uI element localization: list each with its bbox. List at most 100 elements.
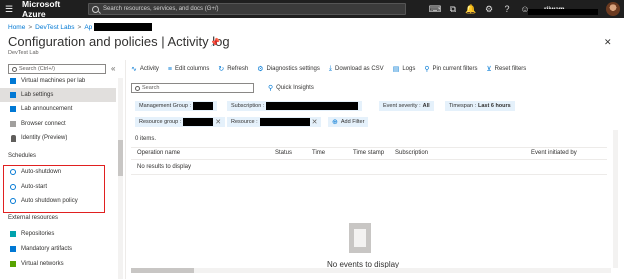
pin-filters-button[interactable]: ⚲ Pin current filters	[424, 65, 477, 73]
logs-button[interactable]: ▤ Logs	[393, 65, 416, 73]
table-header-divider	[131, 147, 607, 148]
filter-pill-resource-group[interactable]: Resource group : ✕	[135, 117, 226, 127]
monitor-icon	[9, 77, 17, 85]
add-filter-button[interactable]: ⊕ Add Filter	[328, 117, 369, 127]
sidebar-item-label: Lab settings	[21, 92, 54, 98]
notifications-icon[interactable]: 🔔	[462, 0, 480, 18]
global-search-placeholder: Search resources, services, and docs (G+…	[103, 6, 219, 12]
filter-pill-label: Timespan :	[449, 103, 477, 109]
identity-icon	[9, 134, 17, 142]
redacted-value	[259, 118, 310, 126]
global-search-input[interactable]: Search resources, services, and docs (G+…	[88, 3, 406, 15]
download-csv-label: Download as CSV	[334, 66, 384, 72]
top-bar-icons: ⌨ ⧉ 🔔 ⚙ ? ☺	[426, 0, 534, 18]
filter-pill-management-group[interactable]: Management Group :	[135, 101, 217, 111]
sidebar-item-label: Virtual machines per lab	[21, 78, 86, 84]
sidebar-item-label: Repositories	[21, 231, 55, 237]
download-icon: ⤓	[328, 65, 332, 72]
column-header-time[interactable]: Time	[312, 150, 325, 156]
sidebar-heading-schedules: Schedules	[8, 153, 37, 159]
reset-filters-button[interactable]: ⊻ Reset filters	[486, 65, 526, 73]
activity-button[interactable]: ∿ Activity	[131, 65, 159, 73]
sidebar-item-label: Browser connect	[21, 121, 66, 127]
redacted-value	[192, 102, 213, 110]
brand[interactable]: Microsoft Azure	[22, 0, 84, 19]
sidebar-search-input[interactable]: Search (Ctrl+/)	[8, 64, 106, 74]
column-header-time-stamp[interactable]: Time stamp	[353, 150, 384, 156]
horizontal-scrollbar[interactable]	[131, 268, 611, 273]
repository-icon	[9, 230, 17, 238]
columns-icon: ≡	[167, 65, 172, 73]
redacted-value	[266, 102, 359, 110]
cloud-shell-icon[interactable]: ⌨	[426, 0, 444, 18]
remove-filter-icon[interactable]: ✕	[312, 118, 318, 126]
logs-label: Logs	[402, 66, 416, 72]
horizontal-scrollbar-thumb[interactable]	[131, 268, 194, 273]
activity-search-placeholder: Search	[142, 85, 160, 91]
announcement-icon	[9, 105, 17, 113]
sidebar-item-repositories[interactable]: Repositories	[0, 227, 116, 241]
redacted-value	[183, 118, 214, 126]
download-csv-button[interactable]: ⤓ Download as CSV	[329, 65, 384, 73]
search-icon	[12, 66, 17, 72]
table-row-divider	[131, 174, 607, 175]
settings-icon	[9, 91, 17, 99]
breadcrumb-lab[interactable]: Ap	[84, 24, 92, 31]
refresh-button[interactable]: ↻ Refresh	[218, 65, 248, 73]
diagnostics-settings-label: Diagnostics settings	[266, 66, 320, 72]
sidebar-item-lab-announcement[interactable]: Lab announcement	[0, 102, 116, 116]
avatar[interactable]	[606, 2, 620, 16]
activity-icon: ∿	[131, 66, 137, 73]
redacted-account-detail	[528, 9, 598, 15]
toolbar: ∿ Activity ≡ Edit columns ↻ Refresh ⚙ Di…	[131, 63, 535, 75]
directory-filter-icon[interactable]: ⧉	[444, 0, 462, 18]
sidebar-scrollbar[interactable]	[118, 78, 123, 279]
sidebar-scrollbar-thumb[interactable]	[118, 140, 123, 176]
pin-icon[interactable]: 📌	[210, 38, 220, 47]
filter-pill-subscription[interactable]: Subscription :	[227, 101, 363, 111]
refresh-label: Refresh	[227, 66, 249, 72]
settings-gear-icon[interactable]: ⚙	[480, 0, 498, 18]
refresh-icon: ↻	[218, 66, 225, 73]
edit-columns-button[interactable]: ≡ Edit columns	[168, 66, 209, 73]
column-header-subscription[interactable]: Subscription	[395, 150, 428, 156]
filter-pill-value: All	[422, 103, 430, 109]
sidebar-item-virtual-machines-per-lab[interactable]: Virtual machines per lab	[0, 74, 116, 88]
filter-pill-event-severity[interactable]: Event severity : All	[379, 101, 434, 111]
quick-insights-button[interactable]: ⚲ Quick Insights	[268, 84, 314, 92]
filter-pill-value: Last 6 hours	[478, 103, 511, 109]
filter-pill-label: Subscription :	[231, 103, 265, 109]
empty-document-icon	[349, 223, 371, 253]
network-icon	[9, 260, 17, 268]
column-header-event-initiated-by[interactable]: Event initiated by	[531, 150, 577, 156]
close-icon[interactable]: ✕	[604, 37, 612, 48]
breadcrumb: Home > DevTest Labs > Ap	[8, 23, 153, 31]
breadcrumb-devtest-labs[interactable]: DevTest Labs	[35, 24, 74, 31]
collapse-sidebar-button[interactable]: «	[111, 64, 115, 73]
column-header-status[interactable]: Status	[275, 150, 292, 156]
vertical-scrollbar[interactable]	[613, 130, 618, 268]
items-count: 0 items.	[135, 136, 157, 142]
sidebar-item-browser-connect[interactable]: Browser connect	[0, 117, 116, 131]
filter-pill-label: Management Group :	[139, 103, 191, 109]
column-header-operation-name[interactable]: Operation name	[137, 150, 180, 156]
help-icon[interactable]: ?	[498, 0, 516, 18]
browser-icon	[9, 120, 17, 128]
breadcrumb-separator: >	[28, 23, 33, 31]
filter-pill-resource[interactable]: Resource : ✕	[227, 117, 322, 127]
breadcrumb-home[interactable]: Home	[8, 24, 25, 31]
sidebar-item-lab-settings[interactable]: Lab settings	[0, 88, 116, 102]
sidebar-item-mandatory-artifacts[interactable]: Mandatory artifacts	[0, 242, 116, 256]
page-title: Configuration and policies | Activity lo…	[8, 34, 230, 49]
pane-divider	[125, 60, 126, 279]
activity-search-input[interactable]: Search	[131, 83, 254, 93]
filter-pill-timespan[interactable]: Timespan : Last 6 hours	[445, 101, 515, 111]
sidebar-item-identity[interactable]: Identity (Preview)	[0, 131, 116, 145]
schedules-highlight-box	[3, 165, 105, 213]
reset-filters-label: Reset filters	[494, 66, 527, 72]
sidebar-item-virtual-networks[interactable]: Virtual networks	[0, 257, 116, 271]
diagnostics-settings-button[interactable]: ⚙ Diagnostics settings	[257, 65, 320, 73]
no-results-message: No results to display	[137, 164, 192, 170]
hamburger-icon[interactable]: ☰	[0, 0, 18, 18]
remove-filter-icon[interactable]: ✕	[215, 118, 221, 126]
